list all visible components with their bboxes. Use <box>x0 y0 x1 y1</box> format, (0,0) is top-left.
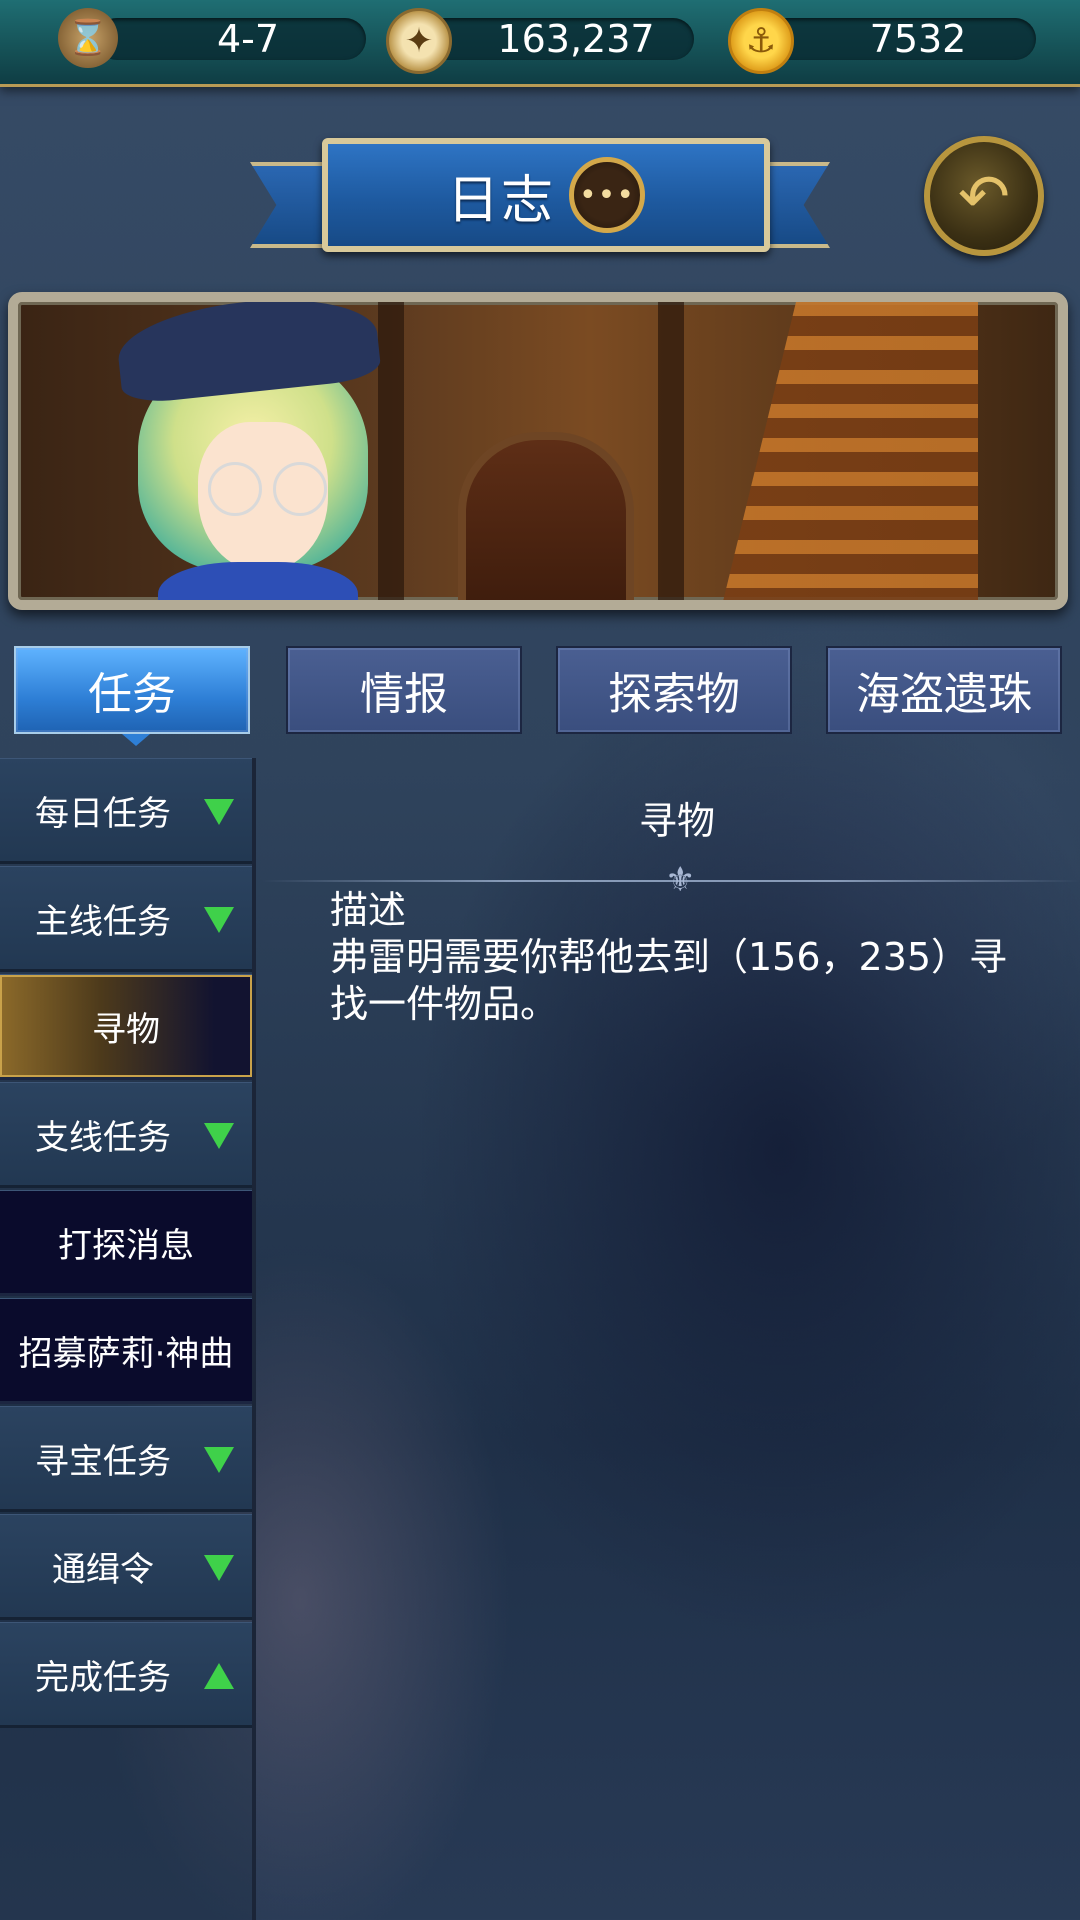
compass-value: 163,237 <box>497 17 655 61</box>
chevron-down-icon <box>204 907 234 933</box>
tab-label: 情报 <box>360 669 448 720</box>
chevron-down-icon <box>204 1555 234 1581</box>
character-glasses <box>273 462 327 516</box>
sidebar-item-label: 完成任务 <box>35 1657 171 1698</box>
chevron-down-icon <box>204 1123 234 1149</box>
description-heading: 描述 <box>330 888 407 932</box>
sidebar-item-treasure[interactable]: 寻宝任务 <box>0 1406 252 1512</box>
coin-value: 7532 <box>869 17 967 61</box>
sidebar-item-label: 主线任务 <box>35 901 171 942</box>
sidebar-item-label: 支线任务 <box>35 1117 171 1158</box>
sidebar-item-label: 寻宝任务 <box>35 1441 171 1482</box>
chevron-up-icon <box>204 1663 234 1689</box>
quest-sidebar: 每日任务 主线任务 寻物 支线任务 打探消息 招募萨莉·神曲 寻宝任务 通缉令 … <box>0 758 256 1920</box>
quest-title: 寻物 <box>638 799 715 843</box>
sidebar-item-find-item[interactable]: 寻物 <box>0 974 252 1080</box>
sidebar-item-label: 打探消息 <box>58 1225 194 1266</box>
compass-icon: ✦ <box>386 8 452 74</box>
tab-tasks[interactable]: 任务 <box>14 646 250 734</box>
anchor-coin-icon: ⚓ <box>728 8 794 74</box>
character-portrait <box>78 302 408 600</box>
back-arrow-icon: ↶ <box>958 159 1010 233</box>
character-coat <box>158 562 358 600</box>
character-glasses <box>208 462 262 516</box>
sidebar-item-label: 招募萨莉·神曲 <box>18 1333 234 1374</box>
scene-door <box>458 432 634 600</box>
tab-label: 任务 <box>88 669 176 720</box>
title-banner: 日志 ••• <box>322 138 770 252</box>
sidebar-item-wanted[interactable]: 通缉令 <box>0 1514 252 1620</box>
sidebar-item-gather-intel[interactable]: 打探消息 <box>0 1190 252 1296</box>
level-value: 4-7 <box>216 17 280 61</box>
sidebar-item-side[interactable]: 支线任务 <box>0 1082 252 1188</box>
sidebar-item-completed[interactable]: 完成任务 <box>0 1622 252 1728</box>
scene-beam <box>658 302 684 600</box>
sidebar-item-main[interactable]: 主线任务 <box>0 866 252 972</box>
chevron-down-icon <box>204 1447 234 1473</box>
sidebar-item-label: 每日任务 <box>35 793 171 834</box>
sidebar-item-label: 寻物 <box>92 1009 160 1050</box>
portrait-panel <box>8 292 1068 610</box>
description-text: 弗雷明需要你帮他去到（156，235）寻找一件物品。 <box>330 935 1008 1026</box>
tab-label: 海盗遗珠 <box>856 669 1032 720</box>
hourglass-icon: ⌛ <box>58 8 118 68</box>
ornament-icon: ⚜ <box>665 860 696 900</box>
tab-intel[interactable]: 情报 <box>286 646 522 734</box>
sidebar-item-label: 通缉令 <box>52 1549 154 1590</box>
back-button[interactable]: ↶ <box>924 136 1044 256</box>
active-tab-pointer <box>122 734 150 746</box>
page-title: 日志 <box>446 170 555 231</box>
chevron-down-icon <box>204 799 234 825</box>
resource-bar: ⌛ 4-7 ✦ 163,237 ⚓ 7532 <box>0 0 1080 87</box>
sidebar-item-recruit[interactable]: 招募萨莉·神曲 <box>0 1298 252 1404</box>
tab-label: 探索物 <box>608 669 740 720</box>
speech-bubble-icon[interactable]: ••• <box>569 157 645 233</box>
scene-stairs <box>718 302 978 600</box>
tab-explorations[interactable]: 探索物 <box>556 646 792 734</box>
sidebar-item-daily[interactable]: 每日任务 <box>0 758 252 864</box>
tab-pirate-relics[interactable]: 海盗遗珠 <box>826 646 1062 734</box>
